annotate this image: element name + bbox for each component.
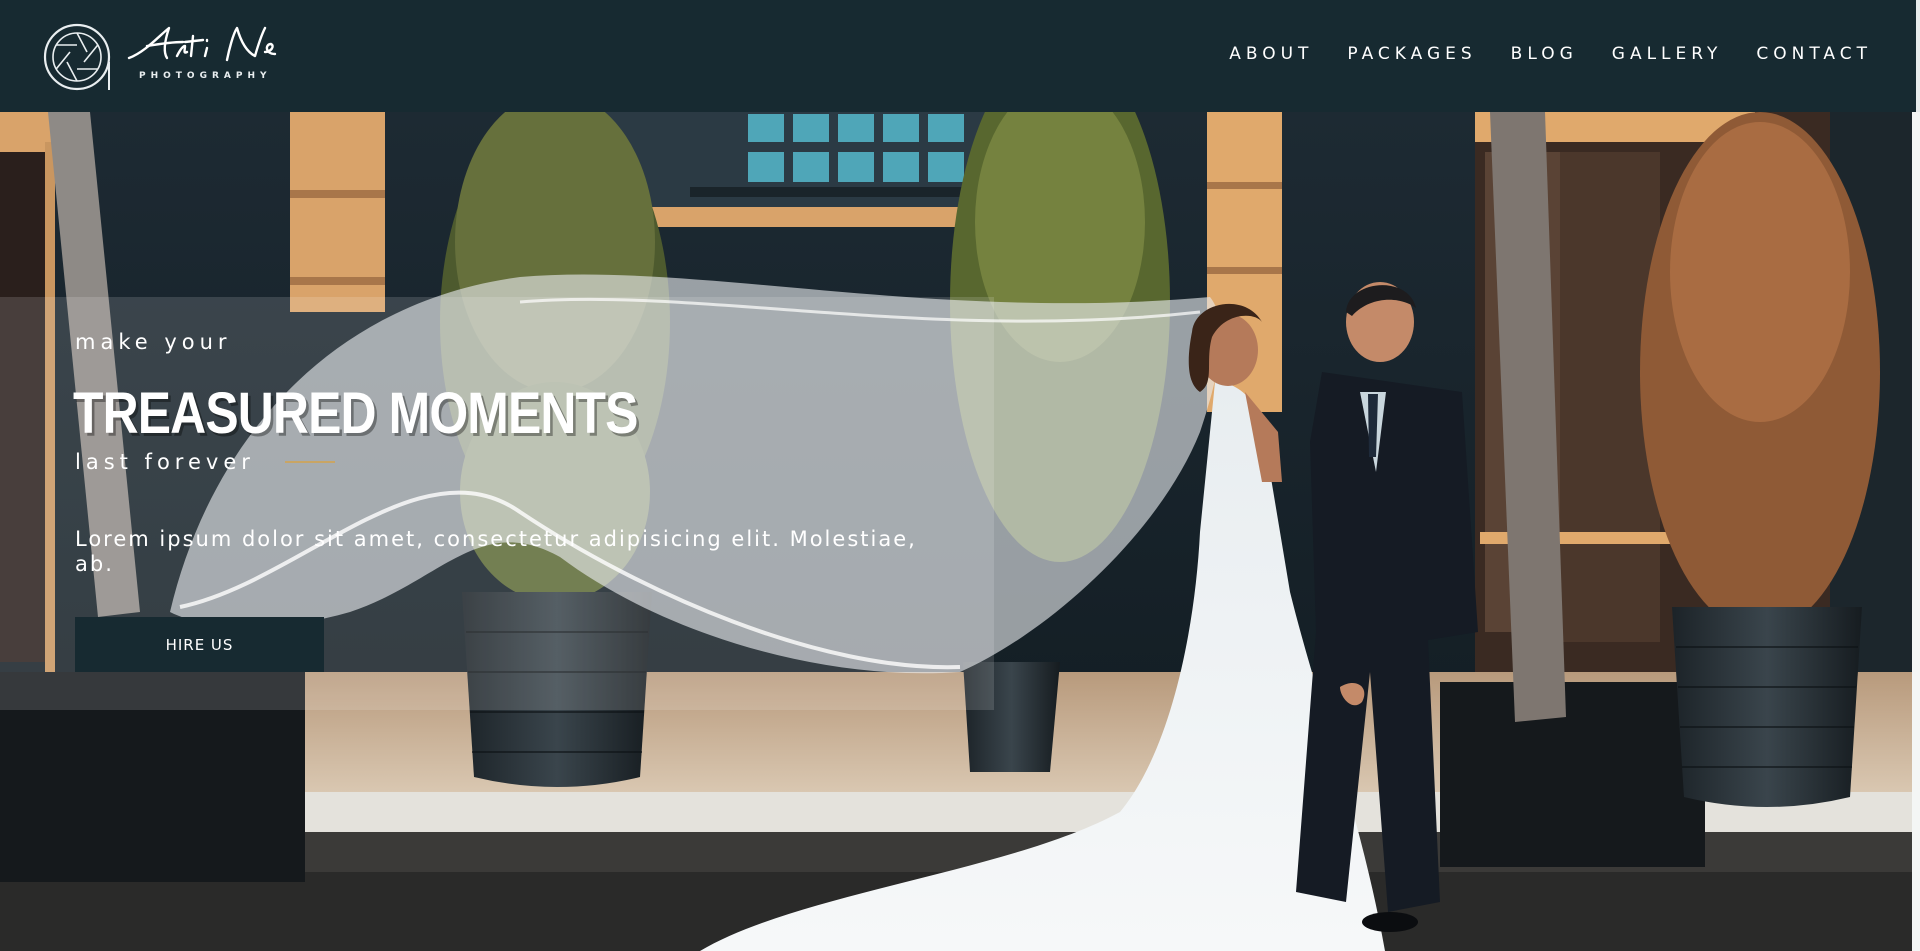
brand-script-wordmark bbox=[127, 26, 277, 62]
nav-about[interactable]: ABOUT bbox=[1229, 44, 1313, 64]
brand-tagline: PHOTOGRAPHY bbox=[139, 71, 272, 81]
camera-aperture-icon bbox=[43, 23, 111, 91]
scrollbar-track-top bbox=[1916, 0, 1920, 112]
hero-kicker: make your bbox=[75, 330, 232, 354]
nav-gallery[interactable]: GALLERY bbox=[1612, 44, 1723, 64]
hero-description: Lorem ipsum dolor sit amet, consectetur … bbox=[75, 527, 917, 576]
hero-subheadline-row: last forever bbox=[75, 450, 335, 474]
accent-divider bbox=[284, 461, 335, 463]
brand-logo[interactable]: PHOTOGRAPHY bbox=[43, 20, 303, 92]
nav-packages[interactable]: PACKAGES bbox=[1347, 44, 1476, 64]
nav-blog[interactable]: BLOG bbox=[1511, 44, 1578, 64]
site-header: PHOTOGRAPHY ABOUT PACKAGES BLOG GALLERY … bbox=[0, 0, 1918, 112]
scrollbar-track bbox=[1912, 112, 1920, 951]
hero-headline: TREASURED MOMENTS bbox=[73, 381, 638, 446]
hero-subheadline: last forever bbox=[75, 450, 255, 474]
main-nav: ABOUT PACKAGES BLOG GALLERY CONTACT bbox=[1195, 44, 1872, 64]
hire-us-button[interactable]: HIRE US bbox=[75, 617, 324, 672]
nav-contact[interactable]: CONTACT bbox=[1756, 44, 1872, 64]
